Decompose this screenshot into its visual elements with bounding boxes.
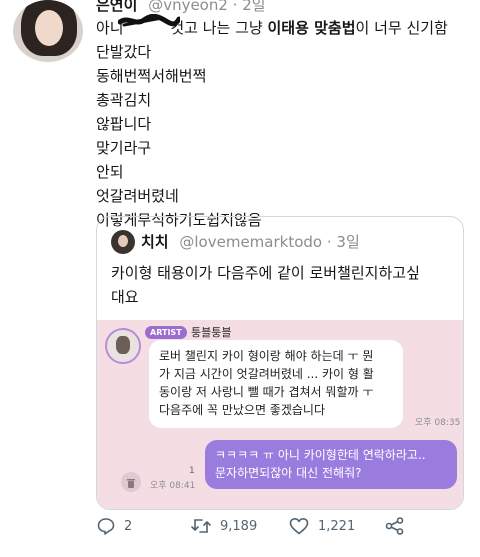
- retweet-count: 9,189: [220, 518, 258, 534]
- quote-text: 카이형 태용이가 다음주에 같이 로버챌린지하고싶 대요: [111, 264, 420, 306]
- tweet-line: 맞기라구: [96, 139, 152, 157]
- retweet-button[interactable]: 9,189: [190, 514, 257, 538]
- trash-icon: [121, 472, 141, 492]
- quoted-tweet[interactable]: 치치 @lovememarktodo · 3일 카이형 태용이가 다음주에 같이…: [96, 216, 464, 510]
- chat-screenshot: ARTIST 퉁블퉁블 로버 챌린지 카이 형이랑 해야 하는데 ㅜ 뭔 가 지…: [97, 320, 463, 509]
- author-avatar[interactable]: [13, 0, 83, 62]
- read-count: 1: [189, 466, 195, 476]
- artist-badge: ARTIST: [145, 326, 187, 339]
- incoming-time: 오후 08:35: [415, 418, 461, 428]
- quote-avatar[interactable]: [111, 230, 135, 254]
- quote-author-name[interactable]: 치치: [141, 233, 169, 251]
- chat-sender: 퉁블퉁블: [191, 326, 232, 339]
- reply-icon: [97, 518, 115, 535]
- tweet-header: 은연이 @vnyeon2 · 2일: [96, 0, 266, 15]
- incoming-message: 로버 챌린지 카이 형이랑 해야 하는데 ㅜ 뭔 가 지금 시간이 엇갈려버렸네…: [149, 340, 403, 428]
- like-count: 1,221: [318, 518, 356, 534]
- reply-button[interactable]: 2: [96, 514, 132, 538]
- share-icon: [385, 517, 404, 535]
- tweet-body: 아니 것고 나는 그냥 이태용 맞춤법이 너무 신기함 단발갔다 동해번쩍서해번…: [96, 16, 466, 232]
- author-handle-time[interactable]: @vnyeon2 · 2일: [148, 0, 265, 14]
- quote-header: 치치 @lovememarktodo · 3일: [141, 231, 360, 252]
- like-button[interactable]: 1,221: [288, 514, 355, 538]
- tweet-line: 총곽김치: [96, 91, 152, 109]
- highlight-text: 이태용 맞춤법: [267, 19, 356, 37]
- tweet-line: 않팝니다: [96, 115, 152, 133]
- chat-avatar: [105, 328, 141, 364]
- reply-count: 2: [124, 518, 133, 534]
- avatar-face: [35, 10, 63, 46]
- scribble-redaction: [118, 14, 180, 27]
- share-button[interactable]: [384, 514, 414, 538]
- outgoing-message: ㅋㅋㅋㅋ ㅠ 아니 카이형한테 연락하라고.. 문자하면되잖아 대신 전해줘?: [205, 440, 457, 489]
- tweet-line: 엇갈려버렸네: [96, 187, 179, 205]
- like-icon: [289, 518, 309, 535]
- author-name[interactable]: 은연이: [96, 0, 137, 14]
- outgoing-time: 오후 08:41: [150, 481, 196, 491]
- tweet-line: 동해번쩍서해번쩍: [96, 67, 207, 85]
- retweet-icon: [191, 519, 211, 533]
- bottom-bar: [0, 542, 480, 557]
- tweet-line: 안되: [96, 163, 124, 181]
- tweet-actions: 2 9,189 1,221: [96, 514, 456, 538]
- quote-handle-time[interactable]: @lovememarktodo · 3일: [179, 233, 359, 251]
- tweet-line: 단발갔다: [96, 43, 152, 61]
